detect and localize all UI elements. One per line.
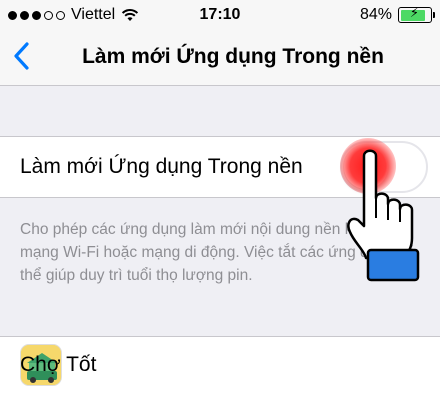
pointing-hand-icon xyxy=(347,149,420,282)
setting-label: Làm mới Ứng dụng Trong nền xyxy=(20,155,303,178)
navigation-bar: Làm mới Ứng dụng Trong nền xyxy=(0,30,440,86)
page-title: Làm mới Ứng dụng Trong nền xyxy=(82,45,384,68)
battery-icon: ⚡ xyxy=(398,5,435,23)
status-right: 84% ⚡ xyxy=(359,5,435,24)
status-bar: Viettel 17:10 84% ⚡ xyxy=(0,0,440,30)
charging-bolt-icon: ⚡ xyxy=(409,5,420,20)
battery-percent: 84% xyxy=(359,6,392,23)
app-name[interactable]: Chợ Tốt xyxy=(20,353,96,377)
